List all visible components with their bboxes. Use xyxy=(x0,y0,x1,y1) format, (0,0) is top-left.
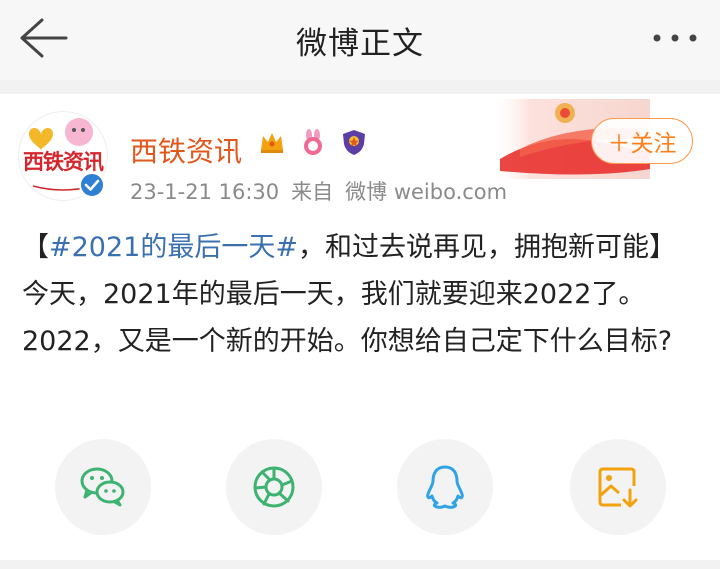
verified-icon xyxy=(79,172,105,198)
badge-group xyxy=(258,128,376,156)
post-meta: 23-1-21 16:30 来自 微博 weibo.com xyxy=(130,176,519,206)
moments-icon xyxy=(253,466,295,508)
bottom-divider xyxy=(0,560,720,569)
moments-share-button[interactable] xyxy=(226,439,322,535)
save-image-icon xyxy=(598,467,638,508)
wechat-icon xyxy=(80,467,125,507)
topic-link[interactable]: #2021的最后一天# xyxy=(49,232,298,263)
post-time: 23-1-21 16:30 xyxy=(130,180,280,204)
follow-button[interactable]: ＋关注 xyxy=(591,118,693,164)
share-row xyxy=(0,439,720,539)
more-dots-icon xyxy=(653,34,697,42)
post-content: 【#2021的最后一天#，和过去说再见，拥抱新可能】今天，2021年的最后一天，… xyxy=(22,224,702,365)
section-gap xyxy=(0,80,720,94)
save-image-button[interactable] xyxy=(570,439,666,535)
crown-badge-icon[interactable] xyxy=(258,128,286,156)
post-card: 西铁资讯 西铁资讯 23-1-21 16:30 来自 微博 weibo.com ＋关… xyxy=(0,94,720,569)
qq-icon xyxy=(426,465,464,509)
source-prefix: 来自 xyxy=(291,180,334,204)
shield-badge-icon[interactable] xyxy=(340,128,368,156)
author-name[interactable]: 西铁资讯 xyxy=(130,130,242,170)
top-bar: 微博正文 xyxy=(0,0,720,80)
qq-share-button[interactable] xyxy=(397,439,493,535)
rabbit-badge-icon[interactable] xyxy=(299,128,327,156)
page-title: 微博正文 xyxy=(296,26,424,62)
post-source: 微博 weibo.com xyxy=(345,180,508,204)
wechat-share-button[interactable] xyxy=(55,439,151,535)
more-button[interactable] xyxy=(652,28,698,48)
content-bracket: 【 xyxy=(22,232,49,263)
